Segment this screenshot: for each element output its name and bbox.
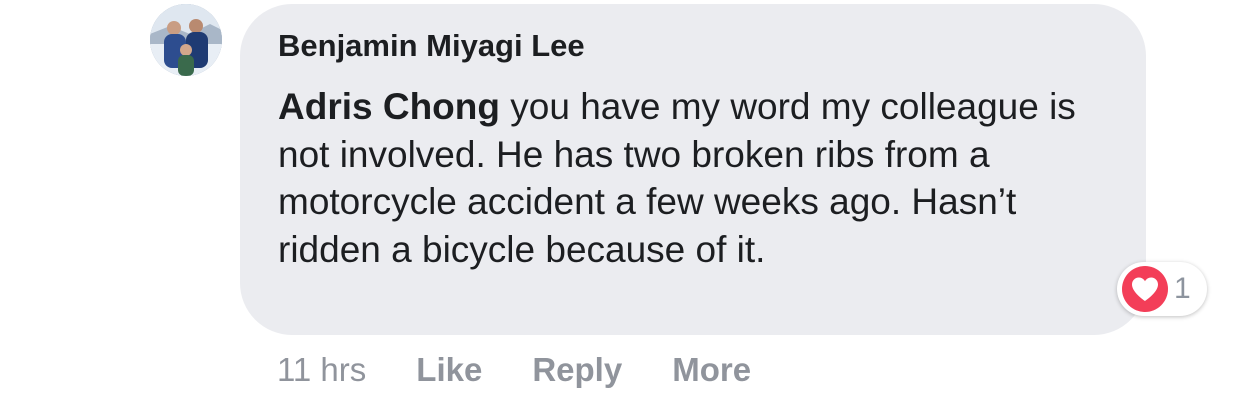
comment-author[interactable]: Benjamin Miyagi Lee <box>278 26 585 66</box>
reply-button[interactable]: Reply <box>532 347 622 393</box>
comment-mention[interactable]: Adris Chong <box>278 86 500 127</box>
reaction-count: 1 <box>1174 272 1191 305</box>
avatar-photo <box>150 4 222 76</box>
avatar[interactable] <box>150 4 222 76</box>
reaction-badge[interactable]: 1 <box>1117 262 1207 316</box>
comment-timestamp[interactable]: 11 hrs <box>277 347 366 393</box>
like-button[interactable]: Like <box>416 347 482 393</box>
comment-bubble: Benjamin Miyagi Lee Adris Chong you have… <box>240 4 1146 335</box>
more-button[interactable]: More <box>672 347 751 393</box>
comment-actions: 11 hrs Like Reply More <box>277 347 751 393</box>
comment-text: Adris Chong you have my word my colleagu… <box>278 83 1108 273</box>
heart-icon <box>1122 266 1168 312</box>
